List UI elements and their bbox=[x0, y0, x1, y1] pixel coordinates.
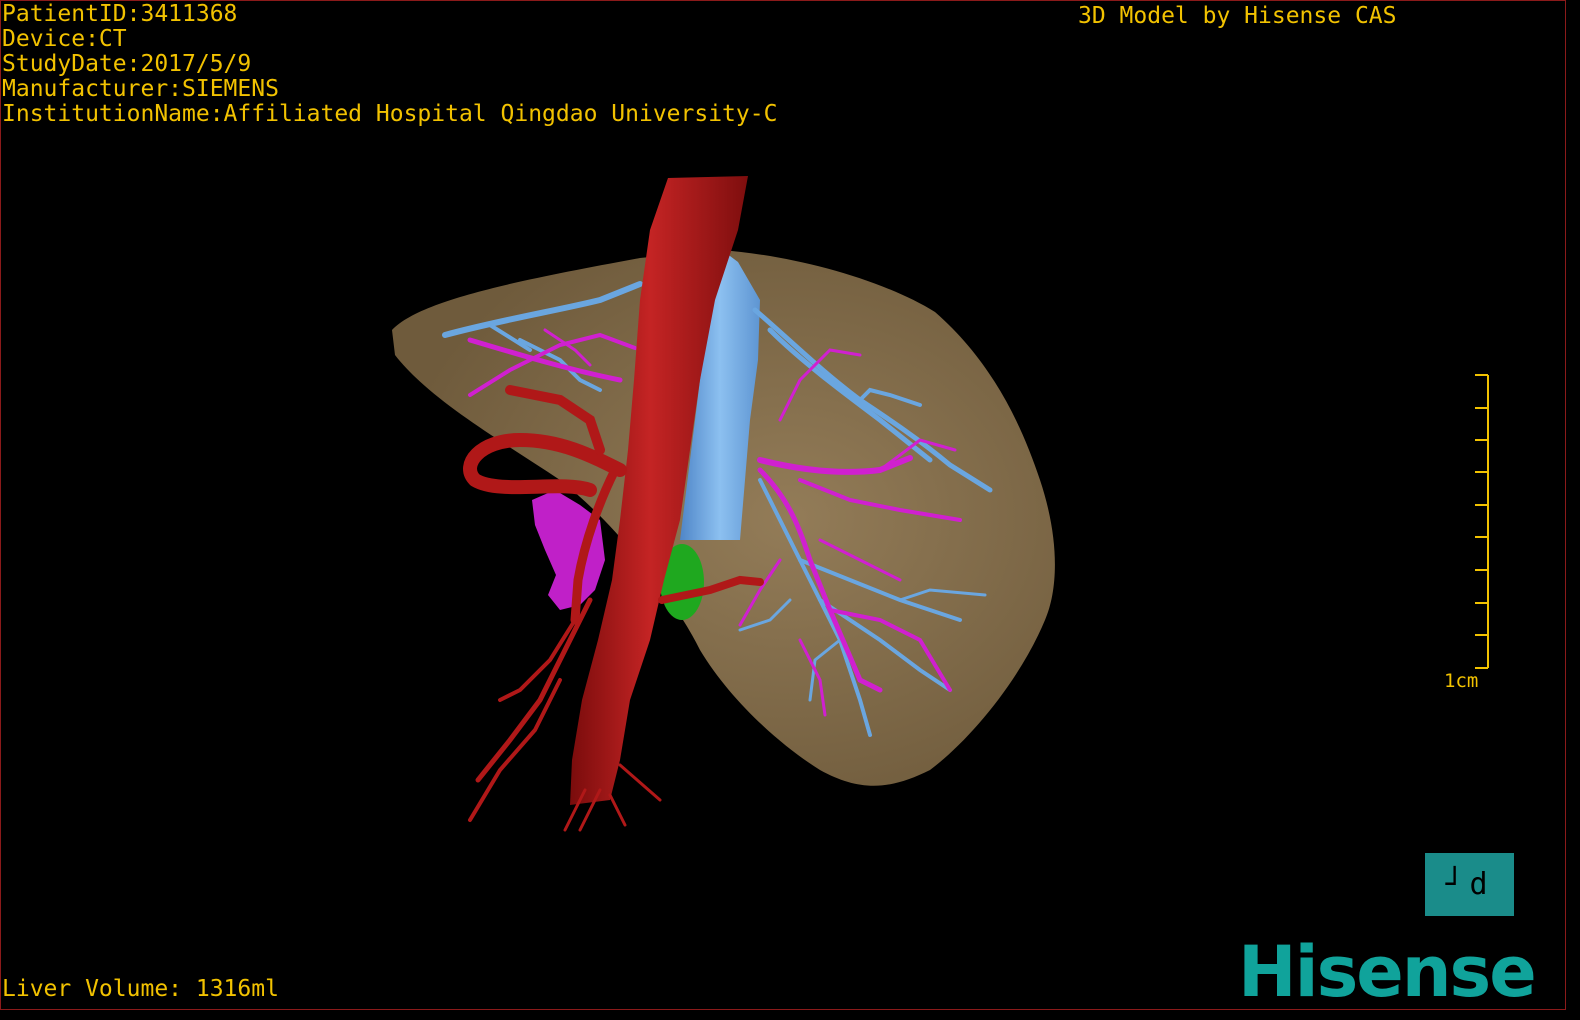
scale-bar-label: 1cm bbox=[1444, 670, 1479, 692]
model-credit: 3D Model by Hisense CAS bbox=[1078, 3, 1397, 29]
patient-id-label: PatientID:3411368 bbox=[2, 1, 238, 27]
device-label: Device:CT bbox=[2, 26, 127, 52]
scale-bar bbox=[1475, 374, 1489, 669]
institution-label: InstitutionName:Affiliated Hospital Qing… bbox=[2, 101, 778, 127]
study-date-label: StudyDate:2017/5/9 bbox=[2, 51, 252, 77]
hisense-logo: Hisense bbox=[1238, 931, 1537, 1013]
manufacturer-label: Manufacturer:SIEMENS bbox=[2, 76, 279, 102]
liver-volume-readout: Liver Volume: 1316ml bbox=[2, 976, 279, 1002]
3d-render-viewport[interactable] bbox=[0, 0, 1566, 1010]
dicom-info-overlay: PatientID:3411368 Device:CT StudyDate:20… bbox=[2, 2, 777, 127]
orientation-toggle-button[interactable]: ┘d bbox=[1425, 853, 1514, 916]
